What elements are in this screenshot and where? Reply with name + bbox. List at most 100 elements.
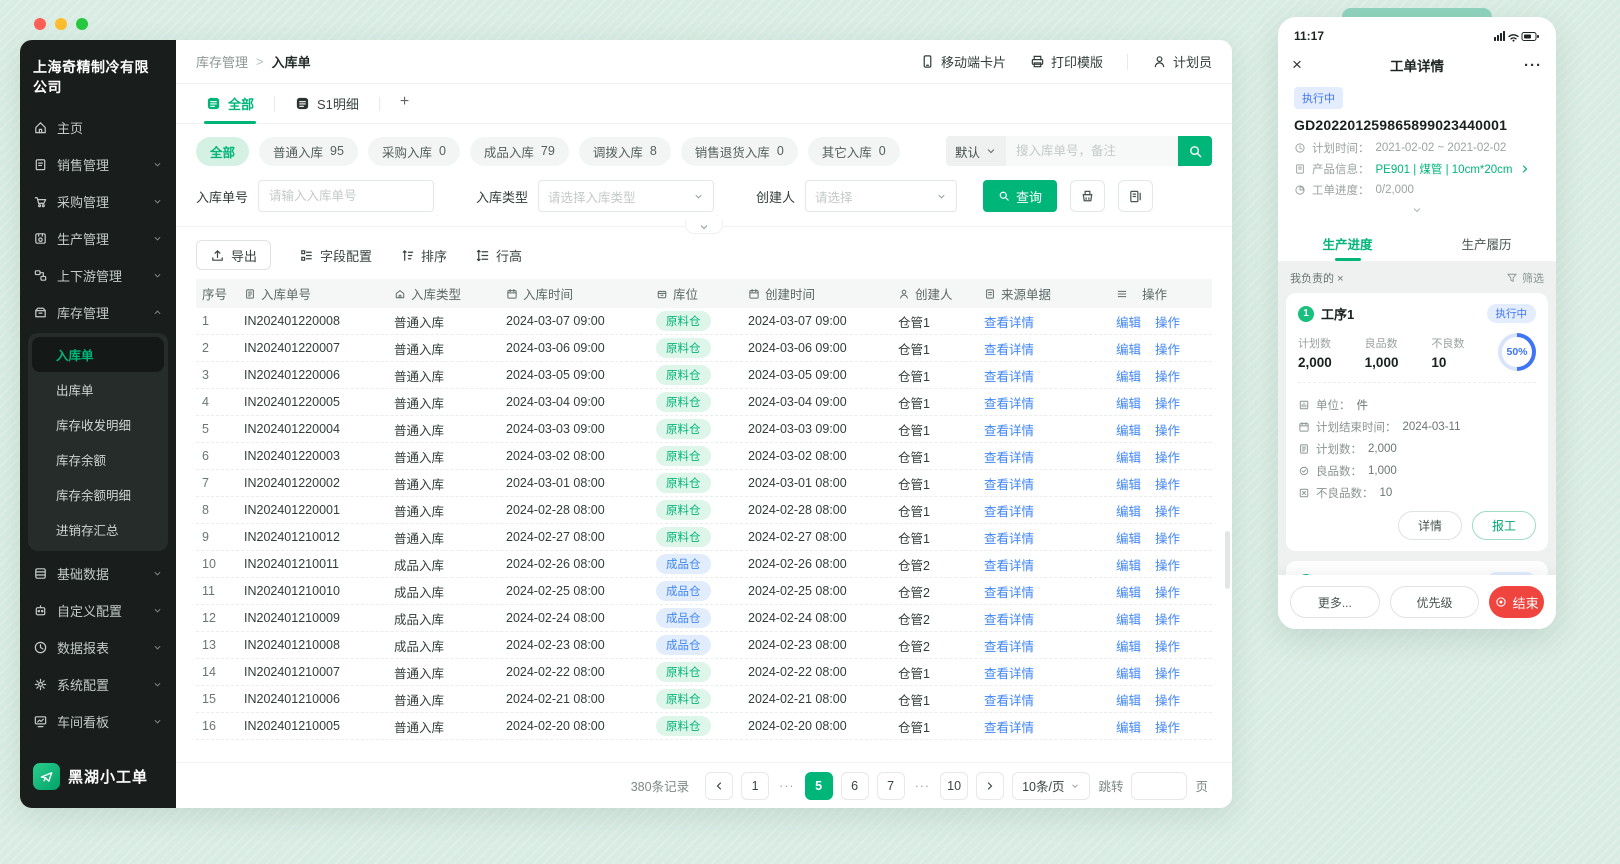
- close-icon[interactable]: ×: [1292, 55, 1312, 75]
- sidebar-item-purchase[interactable]: 采购管理: [20, 183, 176, 220]
- column-header[interactable]: 入库类型: [388, 284, 500, 303]
- edit-link[interactable]: 编辑: [1116, 474, 1141, 493]
- prev-page-button[interactable]: [705, 772, 733, 800]
- view-detail-link[interactable]: 查看详情: [984, 474, 1034, 493]
- view-detail-link[interactable]: 查看详情: [984, 447, 1034, 466]
- tab-production-progress[interactable]: 生产进度: [1278, 225, 1417, 261]
- table-row[interactable]: 1IN202401220008普通入库2024-03-07 09:00原料仓20…: [196, 308, 1212, 335]
- view-detail-link[interactable]: 查看详情: [984, 366, 1034, 385]
- column-header[interactable]: 操作: [1110, 284, 1212, 303]
- action-link[interactable]: 操作: [1155, 690, 1180, 709]
- work-order-info-line[interactable]: 产品信息：PE901 | 煤管 | 10cm*20cm: [1294, 161, 1540, 177]
- filter-chip-purchase-in[interactable]: 采购入库0: [368, 137, 460, 166]
- filter-button[interactable]: 筛选: [1506, 270, 1544, 286]
- edit-link[interactable]: 编辑: [1116, 555, 1141, 574]
- action-link[interactable]: 操作: [1155, 663, 1180, 682]
- filter-chip-normal-in[interactable]: 普通入库95: [259, 137, 358, 166]
- column-header[interactable]: 创建时间: [742, 284, 892, 303]
- jump-page-input[interactable]: [1131, 772, 1187, 800]
- mobile-card-button[interactable]: 移动端卡片: [920, 52, 1006, 71]
- action-link[interactable]: 操作: [1155, 312, 1180, 331]
- table-row[interactable]: 8IN202401220001普通入库2024-02-28 08:00原料仓20…: [196, 497, 1212, 524]
- quick-search-button[interactable]: [1178, 136, 1212, 166]
- table-row[interactable]: 15IN202401210006普通入库2024-02-21 08:00原料仓2…: [196, 686, 1212, 713]
- report-work-button[interactable]: 报工: [1472, 511, 1536, 540]
- view-detail-link[interactable]: 查看详情: [984, 582, 1034, 601]
- print-template-button[interactable]: 打印模版: [1030, 52, 1103, 71]
- edit-link[interactable]: 编辑: [1116, 528, 1141, 547]
- sidebar-item-custom-board[interactable]: 自定义看板: [20, 740, 176, 749]
- page-button-7[interactable]: 7: [877, 772, 905, 800]
- table-row[interactable]: 3IN202401220006普通入库2024-03-05 09:00原料仓20…: [196, 362, 1212, 389]
- user-role-menu[interactable]: 计划员: [1152, 52, 1212, 71]
- field-config-button[interactable]: 字段配置: [299, 246, 372, 265]
- column-header[interactable]: 入库单号: [238, 284, 388, 303]
- action-link[interactable]: 操作: [1155, 339, 1180, 358]
- edit-link[interactable]: 编辑: [1116, 339, 1141, 358]
- edit-link[interactable]: 编辑: [1116, 717, 1141, 736]
- sidebar-item-custom-config[interactable]: 自定义配置: [20, 592, 176, 629]
- tab-production-history[interactable]: 生产履历: [1417, 225, 1556, 261]
- sidebar-subitem-stock-flow[interactable]: 库存收发明细: [32, 407, 164, 442]
- table-row[interactable]: 13IN202401210008成品入库2024-02-23 08:00成品仓2…: [196, 632, 1212, 659]
- view-detail-link[interactable]: 查看详情: [984, 501, 1034, 520]
- action-link[interactable]: 操作: [1155, 447, 1180, 466]
- priority-button[interactable]: 优先级: [1390, 586, 1480, 618]
- table-row[interactable]: 2IN202401220007普通入库2024-03-06 09:00原料仓20…: [196, 335, 1212, 362]
- sidebar-item-home[interactable]: 主页: [20, 109, 176, 146]
- edit-link[interactable]: 编辑: [1116, 609, 1141, 628]
- quick-search-input[interactable]: [1006, 136, 1178, 166]
- sidebar-subitem-outbound[interactable]: 出库单: [32, 372, 164, 407]
- view-detail-link[interactable]: 查看详情: [984, 636, 1034, 655]
- sidebar-subitem-stock-balance-detail[interactable]: 库存余额明细: [32, 477, 164, 512]
- collapse-filters-handle[interactable]: [685, 219, 723, 234]
- page-ellipsis[interactable]: ···: [777, 779, 797, 793]
- table-row[interactable]: 7IN202401220002普通入库2024-03-01 08:00原料仓20…: [196, 470, 1212, 497]
- table-row[interactable]: 16IN202401210005普通入库2024-02-20 08:00原料仓2…: [196, 713, 1212, 740]
- table-row[interactable]: 6IN202401220003普通入库2024-03-02 08:00原料仓20…: [196, 443, 1212, 470]
- view-detail-link[interactable]: 查看详情: [984, 339, 1034, 358]
- table-row[interactable]: 14IN202401210007普通入库2024-02-22 08:00原料仓2…: [196, 659, 1212, 686]
- view-detail-link[interactable]: 查看详情: [984, 690, 1034, 709]
- column-header[interactable]: 创建人: [892, 284, 978, 303]
- action-link[interactable]: 操作: [1155, 528, 1180, 547]
- table-scrollbar[interactable]: [1225, 531, 1230, 589]
- sidebar-item-reports[interactable]: 数据报表: [20, 629, 176, 666]
- view-detail-link[interactable]: 查看详情: [984, 312, 1034, 331]
- inbound-type-select[interactable]: 请选择入库类型: [538, 180, 714, 212]
- edit-link[interactable]: 编辑: [1116, 393, 1141, 412]
- order-no-input[interactable]: [258, 180, 434, 212]
- more-icon[interactable]: ···: [1522, 57, 1542, 74]
- filter-chip-finished-in[interactable]: 成品入库79: [470, 137, 569, 166]
- edit-link[interactable]: 编辑: [1116, 663, 1141, 682]
- maximize-window-button[interactable]: [76, 18, 88, 30]
- sidebar-item-sales[interactable]: 销售管理: [20, 146, 176, 183]
- sidebar-item-inventory[interactable]: 库存管理: [20, 294, 176, 331]
- table-row[interactable]: 10IN202401210011成品入库2024-02-26 08:00成品仓2…: [196, 551, 1212, 578]
- column-header[interactable]: 来源单据: [978, 284, 1110, 303]
- filter-chip-sales-return-in[interactable]: 销售退货入库0: [681, 137, 798, 166]
- page-button-1[interactable]: 1: [741, 772, 769, 800]
- sidebar-subitem-inbound[interactable]: 入库单: [32, 337, 164, 372]
- edit-link[interactable]: 编辑: [1116, 582, 1141, 601]
- column-header[interactable]: 序号: [196, 284, 238, 303]
- query-button[interactable]: 查询: [983, 180, 1057, 212]
- view-detail-link[interactable]: 查看详情: [984, 609, 1034, 628]
- close-window-button[interactable]: [34, 18, 46, 30]
- view-detail-link[interactable]: 查看详情: [984, 393, 1034, 412]
- sidebar-item-system-config[interactable]: 系统配置: [20, 666, 176, 703]
- search-mode-select[interactable]: 默认: [946, 136, 1006, 166]
- sort-button[interactable]: 排序: [400, 246, 447, 265]
- page-button-10[interactable]: 10: [940, 772, 968, 800]
- filter-chip-other-in[interactable]: 其它入库0: [808, 137, 900, 166]
- minimize-window-button[interactable]: [55, 18, 67, 30]
- action-link[interactable]: 操作: [1155, 717, 1180, 736]
- filter-chip-transfer-in[interactable]: 调拨入库8: [579, 137, 671, 166]
- action-link[interactable]: 操作: [1155, 555, 1180, 574]
- view-detail-link[interactable]: 查看详情: [984, 663, 1034, 682]
- tab-s1-detail[interactable]: S1明细: [285, 94, 369, 123]
- clear-filters-button[interactable]: [1070, 180, 1105, 212]
- edit-link[interactable]: 编辑: [1116, 690, 1141, 709]
- action-link[interactable]: 操作: [1155, 474, 1180, 493]
- end-order-button[interactable]: 结束: [1489, 586, 1544, 618]
